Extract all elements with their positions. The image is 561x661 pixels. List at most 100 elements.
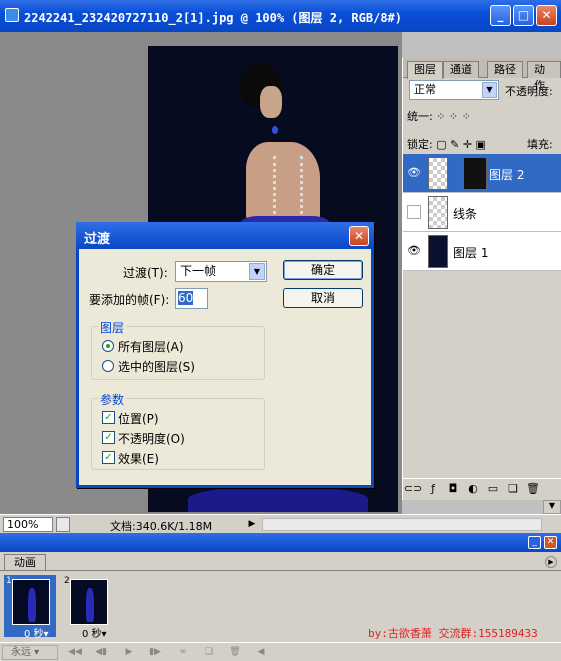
eye-icon[interactable]: 👁 [407, 244, 421, 258]
cancel-button[interactable]: 取消 [283, 288, 363, 308]
frame-number: 1 [6, 576, 12, 586]
tween-icon[interactable]: ∞ [174, 645, 192, 660]
layer-thumbnail [428, 157, 448, 190]
layer-name[interactable]: 图层 2 [489, 166, 524, 183]
fill-label: 填充: [527, 138, 553, 151]
lock-icons[interactable]: ▢ ✎ ✛ ▣ [436, 138, 486, 151]
tween-with-select[interactable]: 下一帧 ▼ [175, 261, 267, 282]
frames-to-add-label: 要添加的帧(F): [89, 293, 170, 307]
layer-name[interactable]: 图层 1 [453, 244, 488, 261]
link-layers-icon[interactable]: ⊂⊃ [403, 479, 423, 499]
delete-layer-icon[interactable]: 🗑 [523, 479, 543, 499]
animation-frame[interactable]: 1 0 秒▾ [4, 575, 56, 640]
frames-to-add-input[interactable]: 60 [175, 288, 208, 309]
ok-button[interactable]: 确定 [283, 260, 363, 280]
document-title: 2242241_232420727110_2[1].jpg @ 100% (图层… [24, 11, 403, 25]
layers-panel-toolbar: ⊂⊃ ƒ ◘ ◐ ▭ ❏ 🗑 [403, 478, 561, 500]
tab-actions[interactable]: 动作 [527, 61, 561, 92]
unify-icons[interactable]: ⁘ ⁘ ⁘ [436, 110, 471, 123]
new-layer-icon[interactable]: ❏ [503, 479, 523, 499]
frame-delay[interactable]: 0 秒▾ [82, 625, 107, 640]
chevron-down-icon[interactable]: ▼ [482, 82, 497, 98]
dialog-close-button[interactable]: ✕ [349, 226, 369, 246]
dialog-title-bar[interactable]: 过渡 ✕ [76, 222, 374, 249]
document-title-bar[interactable]: 2242241_232420727110_2[1].jpg @ 100% (图层… [0, 0, 561, 32]
scroll-arrow-icon[interactable]: ▼ [543, 500, 561, 514]
blend-mode-value: 正常 [414, 83, 436, 96]
animation-frame[interactable]: 2 0 秒▾ [62, 575, 114, 640]
add-mask-icon[interactable]: ◘ [443, 479, 463, 499]
frames-strip: 1 0 秒▾ 2 0 秒▾ by:古欲香萧 交流群:155189433 [0, 570, 561, 642]
navigator-icon[interactable] [56, 517, 70, 532]
opacity-checkbox[interactable]: ✓ [102, 431, 115, 444]
tab-animation[interactable]: 动画 [4, 554, 46, 570]
credit-text: by:古欲香萧 交流群:155189433 [368, 627, 538, 640]
selected-layers-label[interactable]: 选中的图层(S) [118, 358, 195, 375]
unify-label: 统一: [407, 110, 433, 123]
layer-list: 👁 图层 2 线条 👁 图层 1 [403, 154, 561, 271]
layer-row-2[interactable]: 👁 图层 2 [403, 154, 561, 193]
animation-controls: 永远 ▾ ◀◀ ◀▮ ▶ ▮▶ ∞ ❏ 🗑 ◀ [0, 642, 561, 661]
photo-skirt [188, 486, 368, 512]
adjustment-layer-icon[interactable]: ◐ [463, 479, 483, 499]
tab-paths[interactable]: 路径 [487, 61, 523, 78]
dialog-title: 过渡 [84, 232, 111, 247]
effects-label[interactable]: 效果(E) [118, 450, 159, 467]
layer-thumbnail [428, 196, 448, 229]
status-menu-arrow-icon[interactable]: ▶ [246, 517, 258, 531]
blend-mode-select[interactable]: 正常 ▼ [409, 80, 499, 100]
photo-earring [272, 126, 278, 134]
eye-icon[interactable]: 👁 [407, 166, 421, 180]
first-frame-icon[interactable]: ◀◀ [66, 645, 84, 660]
visibility-toggle[interactable] [407, 205, 421, 219]
loop-select[interactable]: 永远 ▾ [2, 645, 58, 660]
tab-channels[interactable]: 通道 [443, 61, 479, 78]
next-frame-icon[interactable]: ▮▶ [146, 645, 164, 660]
panel-menu-icon[interactable]: ▶ [545, 556, 557, 568]
layer-style-icon[interactable]: ƒ [423, 479, 443, 499]
tab-layers[interactable]: 图层 [407, 61, 443, 79]
scroll-left-icon[interactable]: ◀ [252, 645, 270, 660]
loop-value: 永远 [11, 647, 31, 658]
layer-name[interactable]: 线条 [453, 205, 477, 222]
all-layers-label[interactable]: 所有图层(A) [118, 338, 184, 355]
opacity-label[interactable]: 不透明度(O) [118, 430, 185, 447]
maximize-button[interactable]: □ [513, 5, 534, 26]
chevron-down-icon[interactable]: ▼ [249, 263, 265, 280]
previous-frame-icon[interactable]: ◀▮ [92, 645, 110, 660]
blend-row: 正常 ▼ 不透明度: [407, 80, 561, 102]
layer-thumbnail [428, 235, 448, 268]
tween-with-value: 下一帧 [180, 264, 217, 278]
lock-row: 锁定: ▢ ✎ ✛ ▣ 填充: [407, 136, 561, 152]
parameters-group-legend: 参数 [98, 391, 127, 408]
selected-layers-radio[interactable] [102, 360, 114, 372]
duplicate-frame-icon[interactable]: ❏ [200, 645, 218, 660]
horizontal-scrollbar[interactable] [262, 518, 542, 531]
opacity-label: 不透明度: [505, 85, 553, 98]
photo-face [260, 86, 282, 118]
layer-row-lines[interactable]: 线条 [403, 193, 561, 232]
zoom-field[interactable]: 100% [3, 517, 53, 532]
delete-frame-icon[interactable]: 🗑 [226, 645, 244, 660]
play-icon[interactable]: ▶ [120, 645, 138, 660]
status-bar: 100% 文档:340.6K/1.18M ▶ [0, 514, 561, 533]
minimize-button[interactable]: _ [490, 5, 511, 26]
effects-checkbox[interactable]: ✓ [102, 451, 115, 464]
frame-number: 2 [64, 576, 70, 586]
animation-close-button[interactable]: ✕ [544, 536, 557, 549]
position-label[interactable]: 位置(P) [118, 410, 159, 427]
frame-figure [28, 588, 36, 622]
new-group-icon[interactable]: ▭ [483, 479, 503, 499]
layer-row-1[interactable]: 👁 图层 1 [403, 232, 561, 271]
position-checkbox[interactable]: ✓ [102, 411, 115, 424]
close-button[interactable]: ✕ [536, 5, 557, 26]
animation-panel: _ ✕ 动画 ▶ 1 0 秒▾ 2 0 秒▾ by:古欲香萧 交流群:15518… [0, 533, 561, 661]
animation-title-bar[interactable]: _ ✕ [0, 533, 561, 552]
all-layers-radio[interactable] [102, 340, 114, 352]
frame-thumbnail [12, 579, 50, 625]
animation-minimize-button[interactable]: _ [528, 536, 541, 549]
document-info: 文档:340.6K/1.18M [110, 520, 213, 533]
layers-group: 图层 所有图层(A) 选中的图层(S) [91, 319, 265, 380]
frame-delay[interactable]: 0 秒▾ [24, 625, 49, 640]
photoshop-icon [5, 8, 19, 22]
